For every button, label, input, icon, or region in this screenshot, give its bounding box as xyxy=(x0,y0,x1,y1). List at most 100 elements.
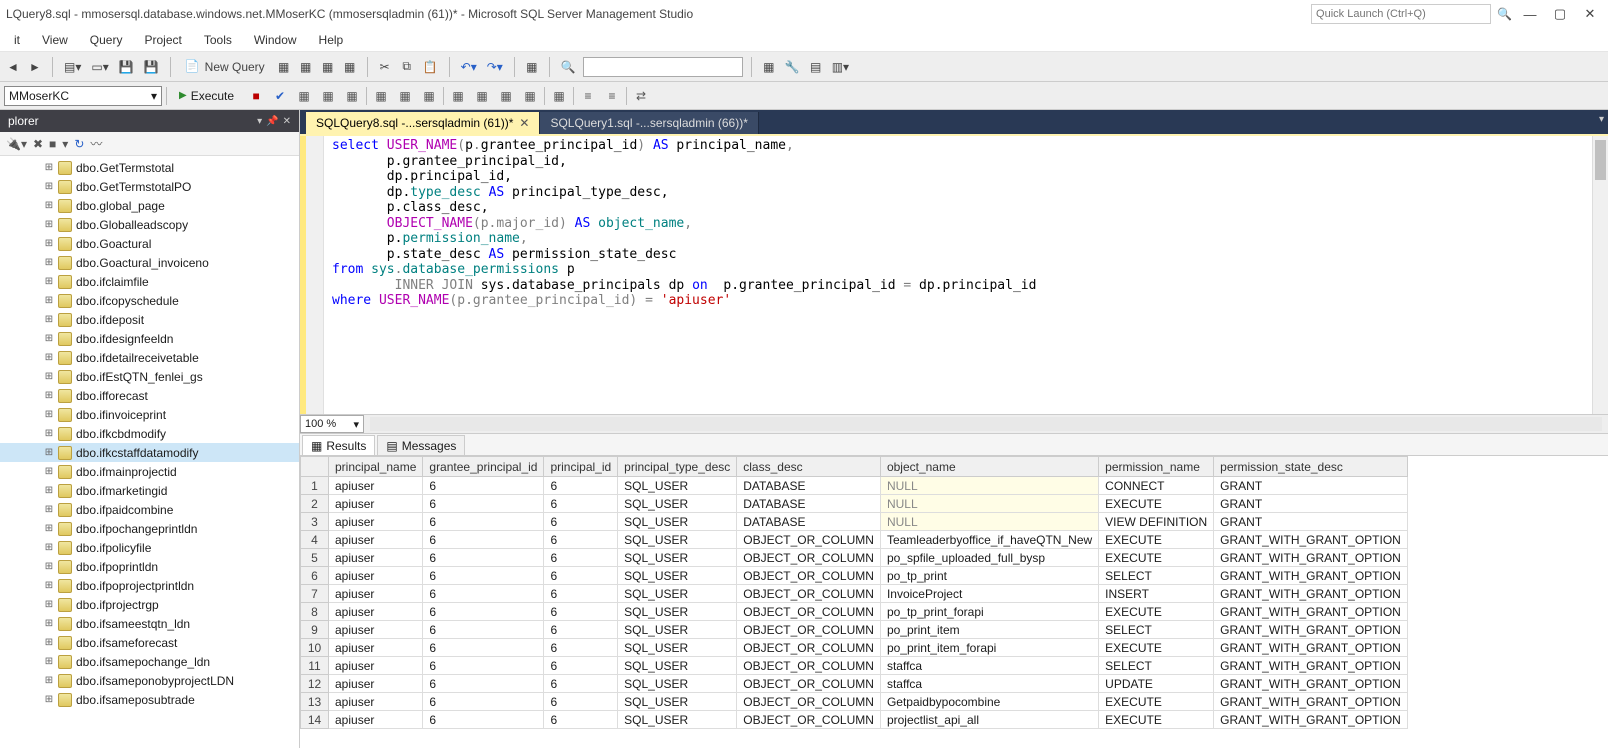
cell[interactable]: GRANT_WITH_GRANT_OPTION xyxy=(1214,675,1408,693)
expand-icon[interactable]: ⊞ xyxy=(44,580,54,591)
search-icon[interactable]: 🔍 xyxy=(1497,7,1512,21)
find-input[interactable] xyxy=(583,57,743,77)
expand-icon[interactable]: ⊞ xyxy=(44,447,54,458)
row-number[interactable]: 9 xyxy=(301,621,329,639)
table-row[interactable]: 1apiuser66SQL_USERDATABASENULLCONNECTGRA… xyxy=(301,477,1408,495)
refresh-icon[interactable]: ↻ xyxy=(74,137,84,151)
expand-icon[interactable]: ⊞ xyxy=(44,276,54,287)
cell[interactable]: SQL_USER xyxy=(618,567,737,585)
de-query-icon[interactable]: ▦ xyxy=(275,56,293,78)
cell[interactable]: EXECUTE xyxy=(1099,639,1214,657)
cell[interactable]: SQL_USER xyxy=(618,657,737,675)
cell[interactable]: OBJECT_OR_COLUMN xyxy=(737,675,881,693)
cell[interactable]: OBJECT_OR_COLUMN xyxy=(737,603,881,621)
indent-icon[interactable]: ▦ xyxy=(496,86,516,106)
row-number[interactable]: 5 xyxy=(301,549,329,567)
save-icon[interactable]: 💾 xyxy=(116,56,137,78)
cell[interactable]: EXECUTE xyxy=(1099,531,1214,549)
editor-text[interactable]: select USER_NAME(p.grantee_principal_id)… xyxy=(324,136,1592,414)
expand-icon[interactable]: ⊞ xyxy=(44,504,54,515)
cell[interactable]: 6 xyxy=(423,477,544,495)
cell[interactable]: 6 xyxy=(544,549,618,567)
column-header[interactable]: principal_name xyxy=(329,457,423,477)
expand-icon[interactable]: ⊞ xyxy=(44,409,54,420)
cell[interactable]: SELECT xyxy=(1099,567,1214,585)
cell[interactable]: OBJECT_OR_COLUMN xyxy=(737,549,881,567)
tree-node[interactable]: ⊞dbo.ifsameforecast xyxy=(0,633,299,652)
cell[interactable]: SQL_USER xyxy=(618,585,737,603)
cell[interactable]: EXECUTE xyxy=(1099,693,1214,711)
cell[interactable]: GRANT_WITH_GRANT_OPTION xyxy=(1214,531,1408,549)
cell[interactable]: apiuser xyxy=(329,567,423,585)
results-file-icon[interactable]: ▦ xyxy=(419,86,439,106)
menu-help[interactable]: Help xyxy=(309,30,354,50)
cell[interactable]: 6 xyxy=(544,513,618,531)
cell[interactable]: GRANT xyxy=(1214,495,1408,513)
cell[interactable]: 6 xyxy=(423,531,544,549)
cell[interactable]: staffca xyxy=(880,675,1098,693)
tree-node[interactable]: ⊞dbo.ifpaidcombine xyxy=(0,500,299,519)
tree-node[interactable]: ⊞dbo.ifforecast xyxy=(0,386,299,405)
row-number[interactable]: 7 xyxy=(301,585,329,603)
redo-icon[interactable]: ↷▾ xyxy=(484,56,506,78)
paste-icon[interactable]: 📋 xyxy=(420,56,441,78)
cell[interactable]: apiuser xyxy=(329,711,423,729)
nav-fwd-icon[interactable]: ► xyxy=(26,56,44,78)
row-number[interactable]: 8 xyxy=(301,603,329,621)
editor-tab[interactable]: SQLQuery8.sql -...sersqladmin (61))*✕ xyxy=(306,112,540,134)
open-icon[interactable]: ▭▾ xyxy=(88,56,111,78)
cell[interactable]: 6 xyxy=(423,711,544,729)
cell[interactable]: 6 xyxy=(423,567,544,585)
cell[interactable]: 6 xyxy=(544,693,618,711)
results-text-icon[interactable]: ▦ xyxy=(371,86,391,106)
tree-node[interactable]: ⊞dbo.ifpochangeprintldn xyxy=(0,519,299,538)
cell[interactable]: po_print_item_forapi xyxy=(880,639,1098,657)
column-header[interactable]: object_name xyxy=(880,457,1098,477)
cell[interactable]: OBJECT_OR_COLUMN xyxy=(737,531,881,549)
results-tab[interactable]: ▦Results xyxy=(302,435,375,455)
pulse-icon[interactable]: 〰 xyxy=(90,135,102,152)
tree-node[interactable]: ⊞dbo.ifinvoiceprint xyxy=(0,405,299,424)
cell[interactable]: GRANT_WITH_GRANT_OPTION xyxy=(1214,585,1408,603)
find-icon[interactable]: 🔍 xyxy=(558,56,579,78)
quick-launch-input[interactable] xyxy=(1311,4,1491,24)
table-row[interactable]: 13apiuser66SQL_USEROBJECT_OR_COLUMNGetpa… xyxy=(301,693,1408,711)
cell[interactable]: InvoiceProject xyxy=(880,585,1098,603)
expand-icon[interactable]: ⊞ xyxy=(44,219,54,230)
tabs-overflow-icon[interactable]: ▾ xyxy=(1599,114,1604,125)
expand-icon[interactable]: ⊞ xyxy=(44,314,54,325)
cell[interactable]: SELECT xyxy=(1099,621,1214,639)
cell[interactable]: 6 xyxy=(544,477,618,495)
column-header[interactable]: class_desc xyxy=(737,457,881,477)
cell[interactable]: 6 xyxy=(423,639,544,657)
column-header[interactable]: principal_type_desc xyxy=(618,457,737,477)
cell[interactable]: NULL xyxy=(880,513,1098,531)
cell[interactable]: NULL xyxy=(880,477,1098,495)
cell[interactable]: po_spfile_uploaded_full_bysp xyxy=(880,549,1098,567)
expand-icon[interactable]: ⊞ xyxy=(44,371,54,382)
cell[interactable]: 6 xyxy=(423,693,544,711)
sql-editor[interactable]: select USER_NAME(p.grantee_principal_id)… xyxy=(300,134,1608,414)
table-row[interactable]: 3apiuser66SQL_USERDATABASENULLVIEW DEFIN… xyxy=(301,513,1408,531)
tree-node[interactable]: ⊞dbo.ifkcbdmodify xyxy=(0,424,299,443)
cell[interactable]: GRANT_WITH_GRANT_OPTION xyxy=(1214,657,1408,675)
estplan-icon[interactable]: ▦ xyxy=(294,86,314,106)
cell[interactable]: staffca xyxy=(880,657,1098,675)
uncomment-icon[interactable]: ▦ xyxy=(472,86,492,106)
cell[interactable]: SQL_USER xyxy=(618,621,737,639)
window-icon[interactable]: ▤ xyxy=(807,56,825,78)
minimize-button[interactable]: — xyxy=(1518,7,1542,22)
table-row[interactable]: 4apiuser66SQL_USEROBJECT_OR_COLUMNTeamle… xyxy=(301,531,1408,549)
tree-node[interactable]: ⊞dbo.ifmainprojectid xyxy=(0,462,299,481)
cell[interactable]: po_tp_print xyxy=(880,567,1098,585)
explorer-tree[interactable]: ⊞dbo.GetTermstotal⊞dbo.GetTermstotalPO⊞d… xyxy=(0,156,299,748)
cell[interactable]: DATABASE xyxy=(737,513,881,531)
row-number[interactable]: 11 xyxy=(301,657,329,675)
table-row[interactable]: 5apiuser66SQL_USEROBJECT_OR_COLUMNpo_spf… xyxy=(301,549,1408,567)
actualplan-icon[interactable]: ▦ xyxy=(342,86,362,106)
table-row[interactable]: 6apiuser66SQL_USEROBJECT_OR_COLUMNpo_tp_… xyxy=(301,567,1408,585)
cell[interactable]: SQL_USER xyxy=(618,531,737,549)
cell[interactable]: GRANT_WITH_GRANT_OPTION xyxy=(1214,639,1408,657)
row-number[interactable]: 1 xyxy=(301,477,329,495)
cell[interactable]: apiuser xyxy=(329,639,423,657)
